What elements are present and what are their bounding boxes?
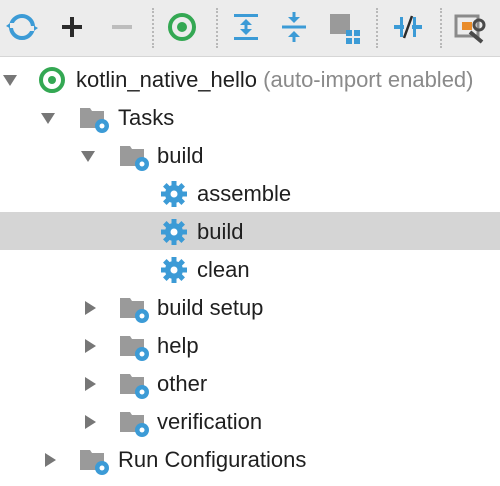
tree-row-tasks[interactable]: Tasks [0,98,500,136]
task-label: build [197,219,244,244]
task-folder-icon [118,330,150,362]
group-label: verification [157,409,263,434]
toolbar [0,0,500,57]
toolbar-separator [152,8,154,48]
task-gear-icon [158,254,190,286]
task-folder-icon [118,368,150,400]
remove-icon[interactable] [104,8,140,46]
tree-row-task-assemble[interactable]: assemble [0,174,500,212]
group-label: build setup [157,295,264,320]
tree-row-group-other[interactable]: other [0,364,500,402]
tree-row-task-clean[interactable]: clean [0,250,500,288]
task-label: assemble [197,181,292,206]
collapsed-arrow-icon[interactable] [82,300,98,316]
group-label: other [157,371,208,396]
expanded-arrow-icon[interactable] [80,148,96,164]
build-group-label: build [157,143,204,168]
collapsed-arrow-icon[interactable] [42,452,58,468]
expand-all-icon[interactable] [228,8,264,46]
task-folder-icon [118,406,150,438]
task-gear-icon [158,216,190,248]
tree-row-group-help[interactable]: help [0,326,500,364]
expanded-arrow-icon[interactable] [2,72,18,88]
task-folder-icon [118,140,150,172]
tasks-label: Tasks [118,105,175,130]
tree-row-project[interactable]: kotlin_native_hello (auto-import enabled… [0,60,500,98]
tree-row-run-configurations[interactable]: Run Configurations [0,440,500,478]
toolbar-separator [376,8,378,48]
task-gear-icon [158,178,190,210]
gradle-project-icon [36,64,68,96]
execute-task-icon[interactable] [164,8,200,46]
run-configurations-label: Run Configurations [118,447,307,472]
toggle-offline-icon[interactable] [390,8,426,46]
collapsed-arrow-icon[interactable] [82,414,98,430]
refresh-all-icon[interactable] [4,8,40,46]
task-label: clean [197,257,250,282]
tree-row-task-build[interactable]: build [0,212,500,250]
collapse-all-icon[interactable] [276,8,312,46]
add-icon[interactable] [54,8,90,46]
collapsed-arrow-icon[interactable] [82,376,98,392]
project-name: kotlin_native_hello (auto-import enabled… [76,67,474,93]
group-modules-icon[interactable] [326,8,362,46]
collapsed-arrow-icon[interactable] [82,338,98,354]
tree-row-build-group[interactable]: build [0,136,500,174]
tree-row-group-build-setup[interactable]: build setup [0,288,500,326]
expanded-arrow-icon[interactable] [40,110,56,126]
tree-row-group-verification[interactable]: verification [0,402,500,440]
toolbar-separator [216,8,218,48]
task-folder-icon [78,102,110,134]
task-folder-icon [78,444,110,476]
task-folder-icon [118,292,150,324]
project-name-text: kotlin_native_hello [76,67,258,92]
group-label: help [157,333,199,358]
project-hint: (auto-import enabled) [263,67,474,92]
settings-icon[interactable] [452,8,488,46]
toolbar-separator [440,8,442,48]
